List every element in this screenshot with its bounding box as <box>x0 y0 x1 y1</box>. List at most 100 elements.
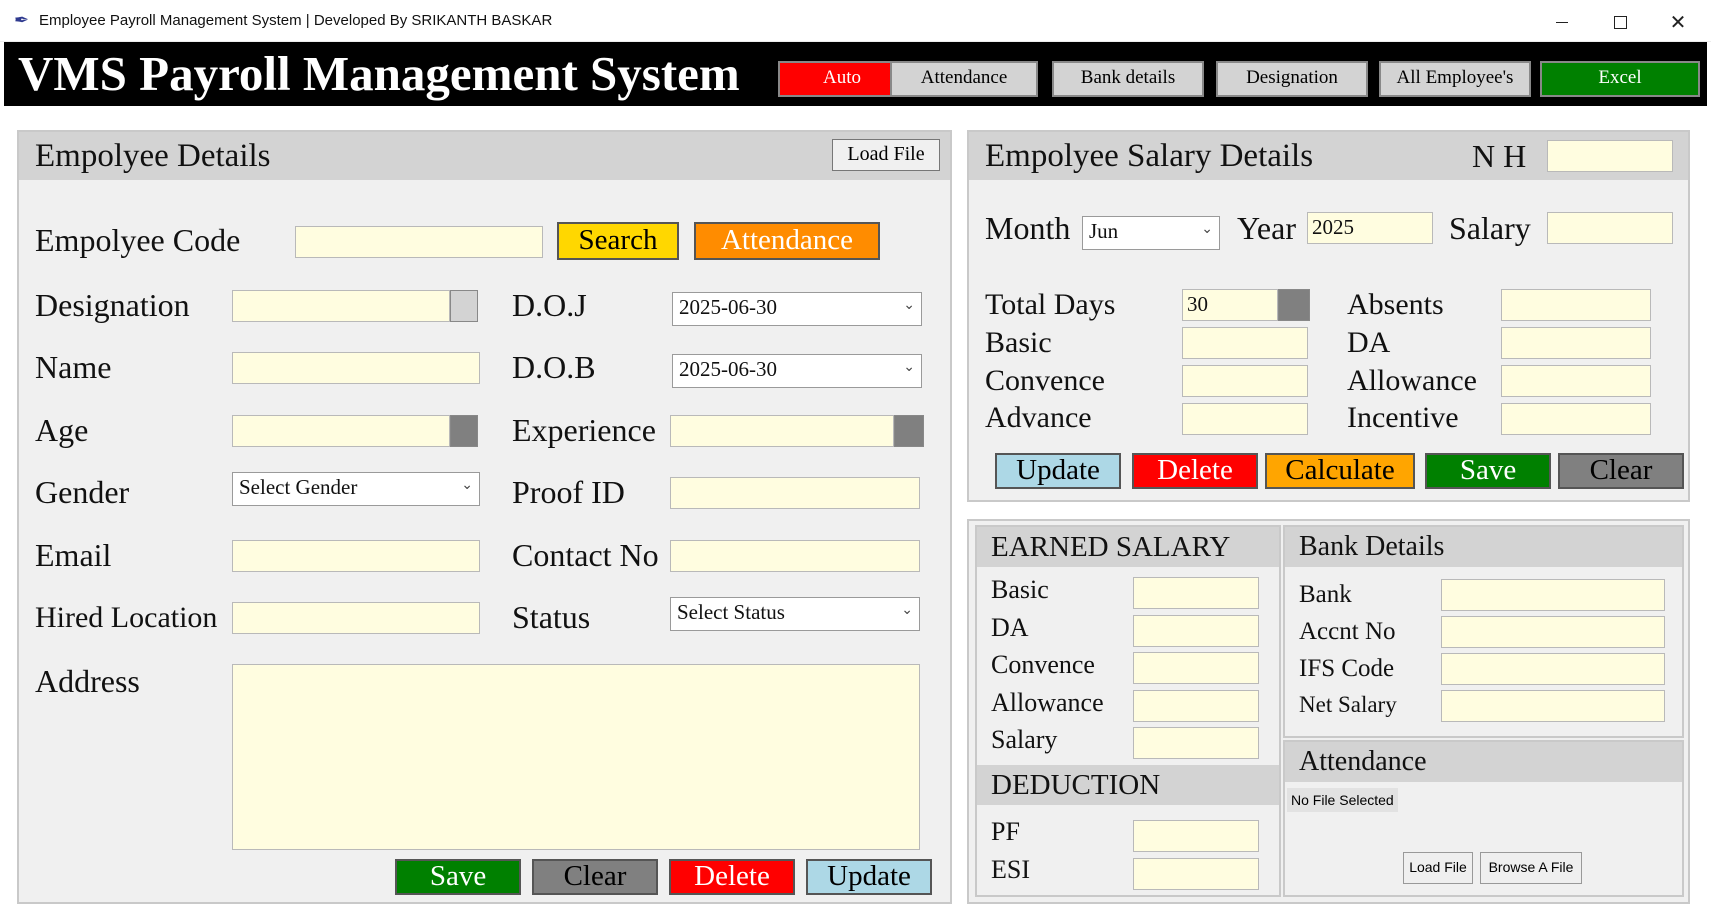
earned-salary-panel: EARNED SALARY Basic DA Convence Allowanc… <box>975 525 1281 897</box>
pf-label: PF <box>991 817 1020 846</box>
hired-location-label: Hired Location <box>35 601 218 634</box>
salary-delete-button[interactable]: Delete <box>1132 453 1258 489</box>
excel-button[interactable]: Excel <box>1540 61 1700 97</box>
designation-input[interactable] <box>232 290 450 322</box>
year-input[interactable]: 2025 <box>1307 212 1433 244</box>
attendance-nav-button[interactable]: Attendance <box>890 61 1038 97</box>
employee-delete-button[interactable]: Delete <box>669 859 795 895</box>
load-file-button[interactable]: Load File <box>832 139 940 171</box>
gender-value: Select Gender <box>239 475 358 499</box>
app-title: VMS Payroll Management System <box>18 46 740 101</box>
designation-picker-button[interactable] <box>450 290 478 322</box>
earned-basic-input[interactable] <box>1133 577 1259 609</box>
nh-label: N H <box>1472 138 1527 174</box>
salary-save-button[interactable]: Save <box>1425 453 1551 489</box>
allowance-label: Allowance <box>1347 364 1477 397</box>
employee-save-button[interactable]: Save <box>395 859 521 895</box>
basic-input[interactable] <box>1182 327 1308 359</box>
age-input[interactable] <box>232 415 450 447</box>
bank-input[interactable] <box>1441 579 1665 611</box>
experience-calc-button[interactable] <box>894 415 924 447</box>
bank-details-nav-button[interactable]: Bank details <box>1052 61 1204 97</box>
dob-date-picker[interactable]: 2025-06-30 ⌄ <box>672 354 922 388</box>
earned-salary-input[interactable] <box>1133 727 1259 759</box>
total-days-label: Total Days <box>985 288 1116 321</box>
attendance-load-file-button[interactable]: Load File <box>1403 852 1473 884</box>
salary-details-title: Empolyee Salary Details <box>985 138 1314 174</box>
email-input[interactable] <box>232 540 480 572</box>
doj-label: D.O.J <box>512 287 587 323</box>
deduction-title: DEDUCTION <box>991 769 1161 801</box>
employee-code-input[interactable] <box>295 226 543 258</box>
salary-clear-button[interactable]: Clear <box>1558 453 1684 489</box>
browse-file-button[interactable]: Browse A File <box>1480 852 1582 884</box>
doj-date-picker[interactable]: 2025-06-30 ⌄ <box>672 292 922 326</box>
employee-clear-button[interactable]: Clear <box>532 859 658 895</box>
minimize-icon <box>1556 21 1568 23</box>
da-label: DA <box>1347 326 1391 359</box>
designation-nav-button[interactable]: Designation <box>1216 61 1368 97</box>
ifs-code-input[interactable] <box>1441 653 1665 685</box>
advance-input[interactable] <box>1182 403 1308 435</box>
da-input[interactable] <box>1501 327 1651 359</box>
calculate-button[interactable]: Calculate <box>1265 453 1415 489</box>
attendance-panel: Attendance No File Selected Load File Br… <box>1283 740 1684 897</box>
absents-input[interactable] <box>1501 289 1651 321</box>
incentive-input[interactable] <box>1501 403 1651 435</box>
salary-details-panel: Empolyee Salary Details N H Month Jun ⌄ Y… <box>967 130 1690 502</box>
convence-input[interactable] <box>1182 365 1308 397</box>
incentive-label: Incentive <box>1347 401 1459 434</box>
status-value: Select Status <box>677 600 785 624</box>
ifs-code-label: IFS Code <box>1299 655 1395 682</box>
designation-label: Designation <box>35 287 190 323</box>
status-label: Status <box>512 599 591 635</box>
esi-input[interactable] <box>1133 858 1259 890</box>
bank-details-title: Bank Details <box>1299 531 1445 562</box>
all-employees-button[interactable]: All Employee's <box>1379 61 1531 97</box>
employee-update-button[interactable]: Update <box>806 859 932 895</box>
nh-input[interactable] <box>1547 140 1673 172</box>
month-label: Month <box>985 210 1071 246</box>
address-textarea[interactable] <box>232 664 920 850</box>
close-button[interactable]: ✕ <box>1652 6 1704 38</box>
chevron-down-icon: ⌄ <box>461 477 473 493</box>
absents-label: Absents <box>1347 288 1444 321</box>
earned-convence-label: Convence <box>991 650 1095 679</box>
month-select[interactable]: Jun ⌄ <box>1082 216 1220 250</box>
total-days-calc-button[interactable] <box>1278 289 1310 321</box>
maximize-icon <box>1613 15 1627 29</box>
attendance-button[interactable]: Attendance <box>694 222 880 260</box>
experience-input[interactable] <box>670 415 894 447</box>
proof-id-input[interactable] <box>670 477 920 509</box>
age-calc-button[interactable] <box>450 415 478 447</box>
auto-button[interactable]: Auto <box>778 61 906 97</box>
lower-right-panel: EARNED SALARY Basic DA Convence Allowanc… <box>967 519 1690 904</box>
earned-salary-title: EARNED SALARY <box>991 531 1231 563</box>
allowance-input[interactable] <box>1501 365 1651 397</box>
salary-update-button[interactable]: Update <box>995 453 1121 489</box>
accnt-no-input[interactable] <box>1441 616 1665 648</box>
pf-input[interactable] <box>1133 820 1259 852</box>
total-days-input[interactable]: 30 <box>1182 289 1278 321</box>
net-salary-input[interactable] <box>1441 690 1665 722</box>
hired-location-input[interactable] <box>232 602 480 634</box>
name-input[interactable] <box>232 352 480 384</box>
maximize-button[interactable] <box>1594 6 1646 38</box>
address-label: Address <box>35 663 140 699</box>
basic-label: Basic <box>985 326 1052 359</box>
search-button[interactable]: Search <box>557 222 679 260</box>
earned-convence-input[interactable] <box>1133 652 1259 684</box>
earned-allowance-input[interactable] <box>1133 690 1259 722</box>
advance-label: Advance <box>985 401 1092 434</box>
close-icon: ✕ <box>1669 10 1687 34</box>
net-salary-label: Net Salary <box>1299 692 1397 717</box>
status-select[interactable]: Select Status ⌄ <box>670 597 920 631</box>
contact-no-input[interactable] <box>670 540 920 572</box>
experience-label: Experience <box>512 412 656 448</box>
app-header: VMS Payroll Management System Auto Atten… <box>4 42 1707 106</box>
earned-da-input[interactable] <box>1133 615 1259 647</box>
salary-input[interactable] <box>1547 212 1673 244</box>
chevron-down-icon: ⌄ <box>901 602 913 618</box>
gender-select[interactable]: Select Gender ⌄ <box>232 472 480 506</box>
minimize-button[interactable] <box>1536 6 1588 38</box>
